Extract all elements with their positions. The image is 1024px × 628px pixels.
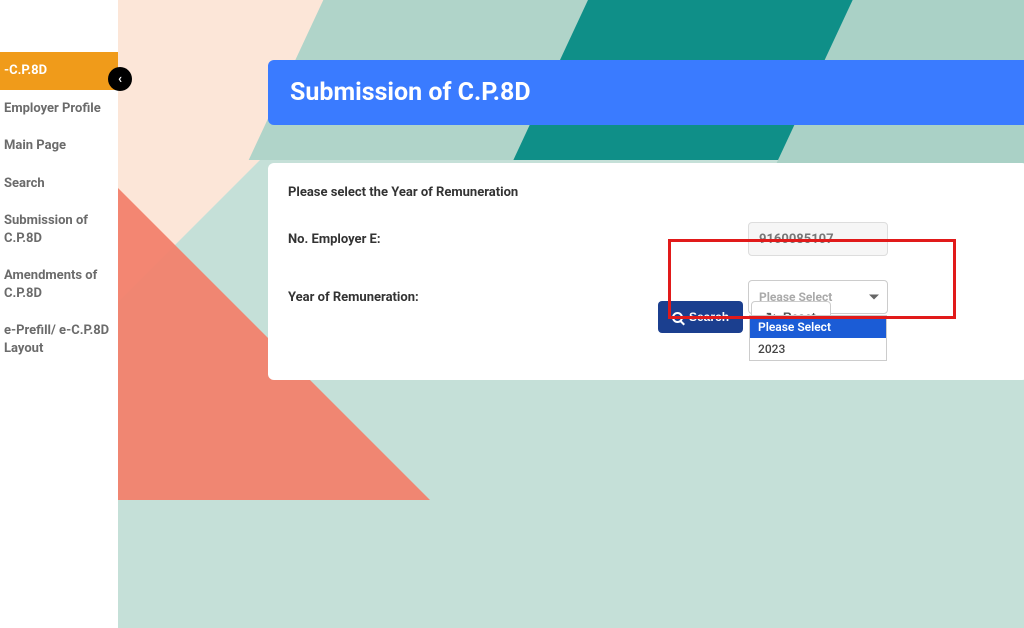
main-content: Submission of C.P.8D Please select the Y… bbox=[118, 0, 1024, 628]
year-label: Year of Remuneration: bbox=[288, 290, 468, 305]
sidebar-item-label: -C.P.8D bbox=[4, 63, 47, 78]
sidebar-collapse-button[interactable]: ‹ bbox=[108, 67, 132, 91]
sidebar: ‹ -C.P.8D Employer Profile Main Page Sea… bbox=[0, 0, 118, 628]
chevron-left-icon: ‹ bbox=[118, 72, 122, 87]
sidebar-item-label: Search bbox=[4, 176, 45, 191]
sidebar-item-label: Main Page bbox=[4, 138, 66, 153]
form-card: Please select the Year of Remuneration N… bbox=[268, 163, 1024, 380]
sidebar-item-search[interactable]: Search bbox=[0, 165, 118, 203]
search-icon bbox=[672, 312, 683, 323]
row-employer: No. Employer E: 9160085107 bbox=[288, 222, 1008, 256]
year-option-2023[interactable]: 2023 bbox=[750, 338, 886, 360]
sidebar-item-submission[interactable]: Submission of C.P.8D bbox=[0, 202, 118, 257]
page-title: Submission of C.P.8D bbox=[268, 60, 1024, 125]
sidebar-item-cp8d[interactable]: -C.P.8D bbox=[0, 52, 118, 90]
employer-label: No. Employer E: bbox=[288, 232, 468, 247]
sidebar-item-label: Submission of C.P.8D bbox=[4, 213, 88, 246]
sidebar-item-label: e-Prefill/ e-C.P.8D Layout bbox=[4, 323, 109, 356]
year-option-placeholder[interactable]: Please Select bbox=[750, 316, 886, 338]
sidebar-item-amendments[interactable]: Amendments of C.P.8D bbox=[0, 257, 118, 312]
sidebar-item-main-page[interactable]: Main Page bbox=[0, 127, 118, 165]
row-year: Year of Remuneration: Please Select Plea… bbox=[288, 280, 1008, 314]
sidebar-item-eprefill[interactable]: e-Prefill/ e-C.P.8D Layout bbox=[0, 312, 118, 367]
search-button[interactable]: Search bbox=[658, 301, 743, 333]
sidebar-item-label: Employer Profile bbox=[4, 101, 101, 116]
sidebar-item-label: Amendments of C.P.8D bbox=[4, 268, 97, 301]
search-button-label: Search bbox=[689, 310, 729, 324]
sidebar-item-employer-profile[interactable]: Employer Profile bbox=[0, 90, 118, 128]
year-dropdown: Please Select 2023 bbox=[749, 315, 887, 361]
chevron-down-icon bbox=[869, 295, 879, 300]
employer-number-field: 9160085107 bbox=[748, 222, 888, 256]
form-instruction: Please select the Year of Remuneration bbox=[288, 185, 1008, 200]
